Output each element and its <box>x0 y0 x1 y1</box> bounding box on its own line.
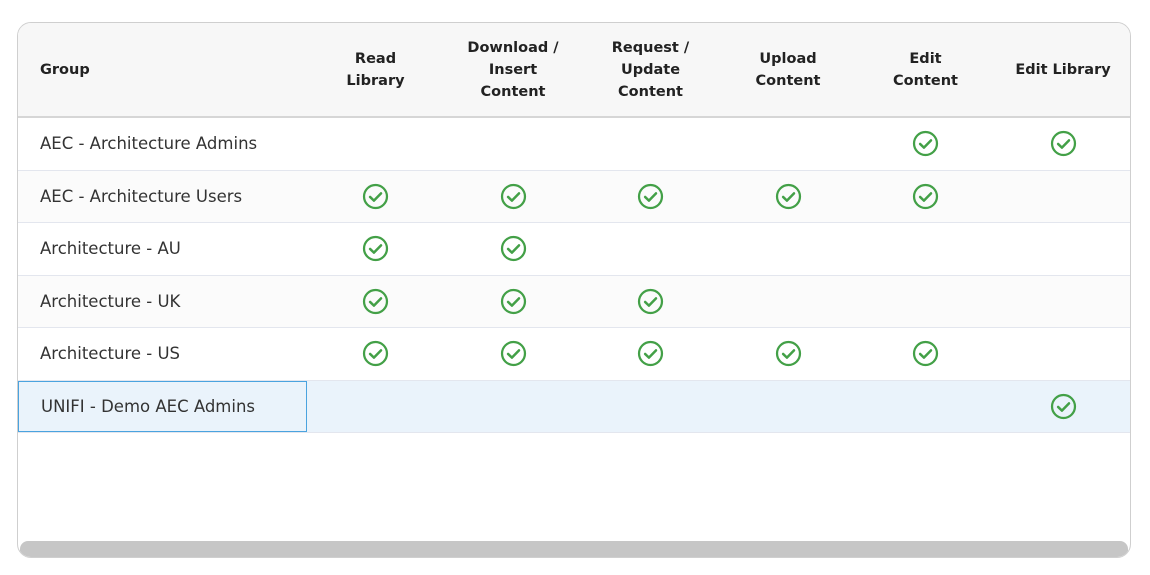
permission-cell-read-library[interactable] <box>307 276 444 328</box>
check-circle-icon <box>912 341 939 367</box>
permission-cell-edit-content[interactable] <box>857 328 994 380</box>
permission-cell-read-library[interactable] <box>307 118 444 170</box>
check-circle-icon <box>912 183 939 209</box>
permission-cell-upload-content[interactable] <box>719 118 857 170</box>
check-circle-icon <box>500 183 526 209</box>
permission-cell-edit-library[interactable] <box>994 171 1130 223</box>
permission-cell-download-insert-content[interactable] <box>444 118 582 170</box>
column-header-request-update-content[interactable]: Request / Update Content <box>582 37 719 103</box>
permission-cell-upload-content[interactable] <box>719 223 857 275</box>
group-name-cell[interactable]: Architecture - US <box>18 328 307 380</box>
check-circle-icon <box>1050 393 1076 419</box>
column-header-download-insert-content[interactable]: Download / Insert Content <box>444 37 582 103</box>
check-circle-icon <box>637 341 664 367</box>
column-header-upload-content[interactable]: Upload Content <box>719 48 857 92</box>
check-circle-icon <box>362 236 389 262</box>
check-circle-icon <box>912 131 939 157</box>
check-circle-icon <box>500 236 526 262</box>
check-circle-icon <box>500 341 526 367</box>
permission-cell-request-update-content[interactable] <box>582 118 719 170</box>
permission-cell-edit-content[interactable] <box>857 223 994 275</box>
table-row[interactable]: Architecture - AU <box>18 223 1130 276</box>
permission-cell-upload-content[interactable] <box>719 276 857 328</box>
table-row[interactable]: Architecture - UK <box>18 275 1130 328</box>
permission-cell-download-insert-content[interactable] <box>444 328 582 380</box>
permission-cell-download-insert-content[interactable] <box>444 171 582 223</box>
permission-cell-download-insert-content[interactable] <box>444 223 582 275</box>
permission-cell-request-update-content[interactable] <box>582 223 719 275</box>
grid-body: AEC - Architecture Admins AEC - Architect… <box>18 118 1130 433</box>
permission-cell-read-library[interactable] <box>307 328 444 380</box>
check-circle-icon <box>1050 131 1076 157</box>
check-circle-icon <box>637 183 664 209</box>
table-row[interactable]: AEC - Architecture Users <box>18 170 1130 223</box>
permission-cell-edit-library[interactable] <box>994 223 1130 275</box>
check-circle-icon <box>775 183 801 209</box>
permission-cell-read-library[interactable] <box>307 171 444 223</box>
permission-cell-upload-content[interactable] <box>719 381 857 433</box>
table-row[interactable]: AEC - Architecture Admins <box>18 118 1130 171</box>
group-name-cell[interactable]: Architecture - UK <box>18 276 307 328</box>
permission-cell-download-insert-content[interactable] <box>444 276 582 328</box>
permission-cell-read-library[interactable] <box>307 381 444 433</box>
column-header-edit-content[interactable]: Edit Content <box>857 48 994 92</box>
check-circle-icon <box>362 341 389 367</box>
permission-cell-edit-content[interactable] <box>857 381 994 433</box>
permission-cell-request-update-content[interactable] <box>582 381 719 433</box>
table-row[interactable]: Architecture - US <box>18 328 1130 381</box>
permission-cell-download-insert-content[interactable] <box>444 381 582 433</box>
permission-cell-edit-library[interactable] <box>994 118 1130 170</box>
grid-header: Group Read Library Download / Insert Con… <box>18 23 1130 118</box>
permission-cell-request-update-content[interactable] <box>582 171 719 223</box>
group-name-cell[interactable]: AEC - Architecture Users <box>18 171 307 223</box>
permissions-panel: Group Read Library Download / Insert Con… <box>17 22 1131 558</box>
column-header-read-library[interactable]: Read Library <box>307 48 444 92</box>
column-header-group[interactable]: Group <box>18 59 307 81</box>
permission-cell-upload-content[interactable] <box>719 171 857 223</box>
permission-cell-edit-library[interactable] <box>994 381 1130 433</box>
permission-cell-edit-content[interactable] <box>857 118 994 170</box>
check-circle-icon <box>362 288 389 314</box>
permission-cell-request-update-content[interactable] <box>582 276 719 328</box>
group-name-cell[interactable]: AEC - Architecture Admins <box>18 118 307 170</box>
permission-cell-edit-content[interactable] <box>857 276 994 328</box>
group-name-cell[interactable]: Architecture - AU <box>18 223 307 275</box>
check-circle-icon <box>637 288 664 314</box>
group-name-cell[interactable]: UNIFI - Demo AEC Admins <box>18 380 307 432</box>
permission-cell-upload-content[interactable] <box>719 328 857 380</box>
permission-cell-edit-content[interactable] <box>857 171 994 223</box>
permission-cell-read-library[interactable] <box>307 223 444 275</box>
permission-cell-edit-library[interactable] <box>994 328 1130 380</box>
horizontal-scrollbar[interactable] <box>20 541 1128 557</box>
check-circle-icon <box>775 341 801 367</box>
permissions-grid: Group Read Library Download / Insert Con… <box>18 23 1130 433</box>
column-header-edit-library[interactable]: Edit Library <box>994 59 1130 81</box>
check-circle-icon <box>362 183 389 209</box>
permission-cell-request-update-content[interactable] <box>582 328 719 380</box>
permission-cell-edit-library[interactable] <box>994 276 1130 328</box>
check-circle-icon <box>500 288 526 314</box>
table-row[interactable]: UNIFI - Demo AEC Admins <box>18 380 1130 433</box>
